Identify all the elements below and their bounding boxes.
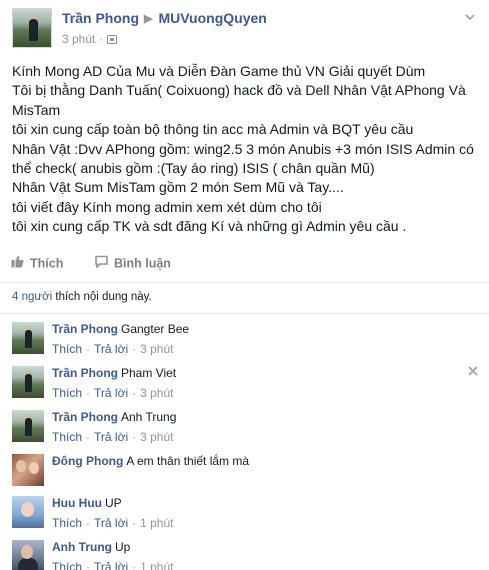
avatar[interactable] [12, 454, 44, 486]
post-line: Nhân Vật :Dvv APhong gồm: wing2.5 3 món … [12, 140, 474, 177]
comment-time[interactable]: 1 phút [140, 516, 173, 530]
comment-reply-link[interactable]: Trả lời [94, 342, 128, 356]
comment-author[interactable]: Trần Phong [52, 410, 118, 424]
comment-reply-link[interactable]: Trả lời [94, 560, 128, 570]
post-meta: 3 phút · [62, 32, 118, 46]
comment-message: Up [115, 540, 131, 554]
comment-bubble-icon [95, 255, 108, 271]
comment-author[interactable]: Trần Phong [52, 366, 118, 380]
comment-button[interactable]: Bình luận [95, 255, 481, 298]
avatar[interactable] [12, 322, 44, 354]
likes-summary: 4 người thích nội dung này. [12, 291, 152, 303]
comment-time[interactable]: 1 phút [140, 560, 173, 570]
post-header: Trần Phong ▶ MUVuongQuyen 3 phút · [12, 8, 479, 50]
comment-text: Trần Phong Gangter Bee [52, 322, 189, 336]
comment-reply-link[interactable]: Trả lời [94, 386, 128, 400]
comment-item: Huu Huu UP Thích · Trả lời · 1 phút [12, 494, 481, 536]
avatar[interactable] [12, 496, 44, 528]
post-author-link[interactable]: Trần Phong [62, 10, 139, 26]
comment-meta: Thích · Trả lời · 3 phút [52, 430, 174, 444]
likes-count-link[interactable]: 4 người [12, 291, 52, 303]
comment-label: Bình luận [114, 256, 171, 271]
post-timestamp[interactable]: 3 phút [62, 32, 95, 46]
action-bar: Thích Bình luận [0, 254, 489, 278]
post-line: Nhân Vật Sum MisTam gồm 2 món Sem Mũ và … [12, 179, 344, 196]
avatar[interactable] [12, 366, 44, 398]
close-icon[interactable] [468, 366, 478, 376]
post-line: Kính Mong AD Của Mu và Diễn Đàn Game thủ… [12, 63, 426, 79]
avatar[interactable] [12, 540, 44, 570]
comment-message: A em thân thiết lắm mà [126, 454, 250, 468]
comment-item: Đông Phong A em thân thiết lắm mà [12, 452, 481, 494]
meta-separator: · [99, 32, 104, 46]
post-line: tôi viết đây Kính mong admin xem xét dùm… [12, 198, 322, 215]
comment-item: Trần Phong Anh Trung Thích · Trả lời · 3 phút [12, 408, 481, 450]
comment-author[interactable]: Huu Huu [52, 496, 102, 510]
author-avatar[interactable] [12, 8, 52, 48]
comment-item: Anh Trung Up Thích · Trả lời · 1 phút [12, 538, 481, 570]
comment-author[interactable]: Anh Trung [52, 540, 112, 554]
comment-reply-link[interactable]: Trả lời [94, 516, 128, 530]
comment-text: Trần Phong Anh Trung [52, 410, 176, 424]
comment-meta: Thích · Trả lời · 1 phút [52, 560, 173, 570]
comment-meta: Thích · Trả lời · 1 phút [52, 516, 174, 530]
comment-message: Pham Viet [121, 366, 177, 380]
privacy-icon[interactable] [107, 35, 118, 44]
post-line: tôi xin cung cấp toàn bộ thông tin acc m… [12, 121, 414, 138]
comment-like-link[interactable]: Thích [52, 516, 82, 530]
comment-time[interactable]: 3 phút [140, 430, 173, 444]
post-line: Tôi bị thằng Danh Tuấn( Coixuong) hack đ… [12, 82, 466, 118]
comment-like-link[interactable]: Thích [52, 430, 82, 444]
like-button[interactable]: Thích [11, 256, 63, 272]
comment-author[interactable]: Đông Phong [52, 454, 123, 468]
comment-message: Anh Trung [121, 410, 177, 424]
comment-message: Gangter Bee [121, 322, 190, 336]
divider [0, 282, 489, 283]
comment-message: UP [105, 496, 122, 510]
comment-author[interactable]: Trần Phong [52, 322, 118, 336]
post-target-link[interactable]: MUVuongQuyen [158, 10, 266, 26]
chevron-down-icon[interactable] [465, 12, 475, 22]
comment-item: Trần Phong Pham Viet Thích · Trả lời · 3 phút [12, 364, 481, 406]
arrow-right-icon: ▶ [144, 13, 153, 25]
comment-time[interactable]: 3 phút [140, 342, 173, 356]
comment-reply-link[interactable]: Trả lời [94, 430, 128, 444]
comment-text: Anh Trung Up [52, 540, 130, 554]
post-body: Kính Mong AD Của Mu và Diễn Đàn Game thủ… [12, 62, 481, 237]
divider [0, 313, 489, 314]
comment-text: Đông Phong A em thân thiết lắm mà [52, 454, 249, 468]
comment-text: Trần Phong Pham Viet [52, 366, 176, 380]
comment-item: Trần Phong Gangter Bee Thích · Trả lời · 3 ph… [12, 320, 481, 362]
comment-meta: Thích · Trả lời · 3 phút [52, 342, 174, 356]
thumbs-up-icon [11, 255, 24, 271]
post-author-line: Trần Phong ▶ MUVuongQuyen [62, 10, 267, 26]
comment-like-link[interactable]: Thích [52, 342, 82, 356]
avatar[interactable] [12, 410, 44, 442]
comment-like-link[interactable]: Thích [52, 386, 82, 400]
comment-time[interactable]: 3 phút [140, 386, 173, 400]
likes-text: thích nội dung này. [52, 291, 152, 303]
comment-text: Huu Huu UP [52, 496, 122, 510]
comment-like-link[interactable]: Thích [52, 560, 82, 570]
post-line: tôi xin cung cấp TK và sdt đăng Kí và nh… [12, 218, 407, 235]
comment-meta: Thích · Trả lời · 3 phút [52, 386, 174, 400]
like-label: Thích [30, 256, 64, 271]
